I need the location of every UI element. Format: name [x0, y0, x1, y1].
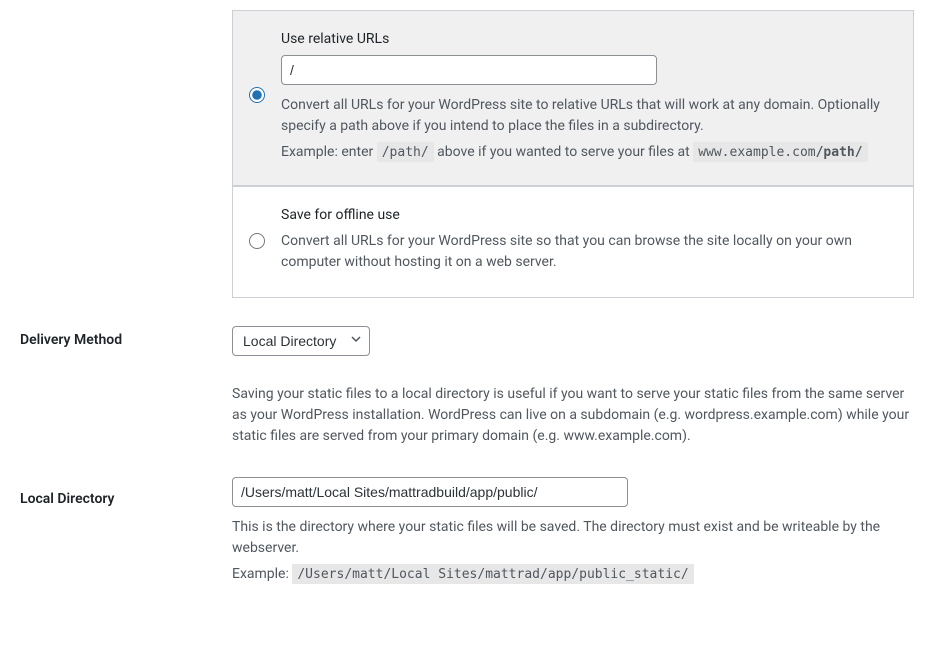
option-offline-use[interactable]: Save for offline use Convert all URLs fo… — [232, 186, 914, 298]
example-code-path: /path/ — [377, 142, 434, 162]
local-directory-label: Local Directory — [20, 491, 115, 507]
delivery-method-select[interactable]: Local Directory — [232, 326, 370, 356]
delivery-desc: Saving your static files to a local dire… — [232, 384, 914, 447]
radio-offline-use[interactable] — [249, 233, 265, 249]
local-directory-example: Example: /Users/matt/Local Sites/mattrad… — [232, 563, 914, 587]
local-directory-input[interactable] — [232, 477, 628, 507]
relative-path-input[interactable] — [281, 55, 657, 85]
radio-relative-urls[interactable] — [249, 87, 265, 103]
relative-desc: Convert all URLs for your WordPress site… — [281, 95, 889, 137]
example-code-dir: /Users/matt/Local Sites/mattrad/app/publ… — [292, 564, 693, 584]
delivery-method-select-wrap: Local Directory — [232, 326, 370, 356]
relative-example: Example: enter /path/ above if you wante… — [281, 141, 889, 165]
offline-desc: Convert all URLs for your WordPress site… — [281, 231, 889, 273]
option-relative-title: Use relative URLs — [281, 31, 889, 47]
local-directory-desc: This is the directory where your static … — [232, 517, 914, 559]
settings-form: Use relative URLs Convert all URLs for y… — [0, 0, 930, 587]
url-options-row: Use relative URLs Convert all URLs for y… — [0, 0, 930, 298]
option-relative-urls[interactable]: Use relative URLs Convert all URLs for y… — [232, 10, 914, 186]
delivery-method-row: Delivery Method Local Directory Saving y… — [0, 298, 930, 467]
delivery-method-label: Delivery Method — [20, 332, 122, 348]
example-code-domain: www.example.com/path/ — [693, 142, 867, 162]
local-directory-row: Local Directory This is the directory wh… — [0, 467, 930, 587]
option-offline-title: Save for offline use — [281, 207, 889, 223]
